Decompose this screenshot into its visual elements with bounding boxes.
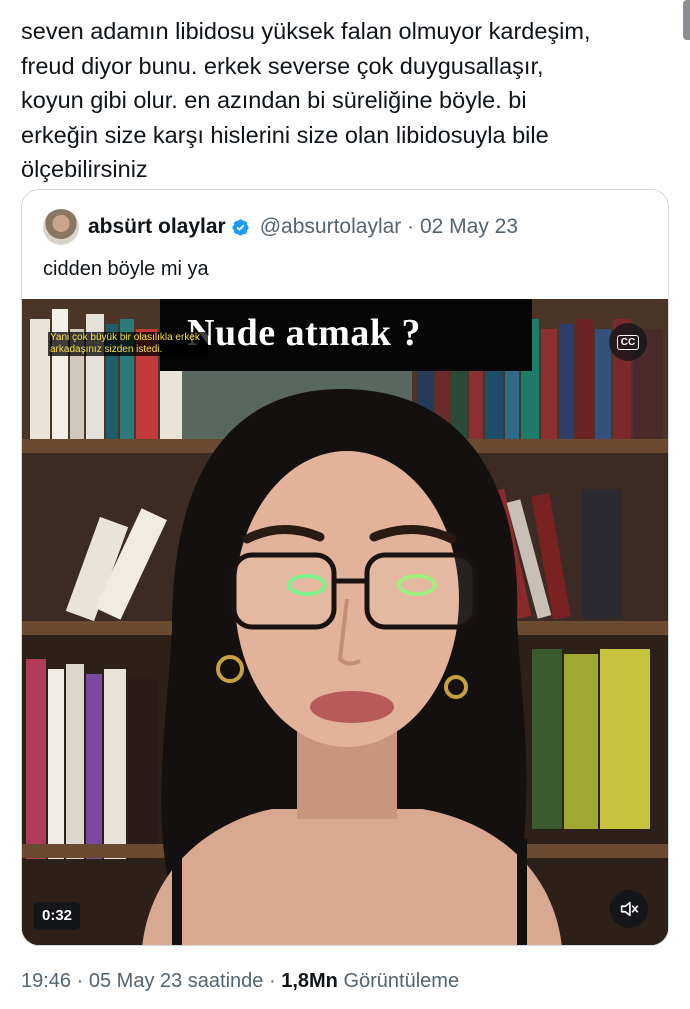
- tweet-date[interactable]: 05 May 23 saatinde: [89, 970, 264, 992]
- author-handle[interactable]: @absurtolaylar · 02 May 23: [260, 215, 518, 239]
- quoted-tweet-text: cidden böyle mi ya: [43, 258, 209, 280]
- unmute-button[interactable]: [610, 890, 648, 928]
- closed-captions-button[interactable]: CC: [609, 323, 647, 361]
- views-count: 1,8Mn: [281, 970, 338, 992]
- quoted-tweet-header: absürt olaylar @absurtolaylar · 02 May 2…: [43, 209, 518, 245]
- speaker-muted-icon: [620, 901, 639, 917]
- quote-date: 02 May 23: [419, 215, 519, 238]
- scrollbar-thumb[interactable]: [683, 0, 690, 40]
- author-name[interactable]: absürt olaylar: [88, 215, 226, 239]
- video-player[interactable]: Nude atmak ? Yani çok büyük bir olasılık…: [22, 299, 668, 945]
- views-label: Görüntüleme: [343, 970, 460, 992]
- avatar[interactable]: [43, 209, 79, 245]
- video-caption-title: Nude atmak ?: [187, 312, 422, 354]
- tweet-text: seven adamın libidosu yüksek falan olmuy…: [21, 18, 591, 182]
- tweet-time[interactable]: 19:46: [21, 970, 71, 992]
- video-duration: 0:32: [34, 902, 81, 930]
- tweet-metadata: 19:46 · 05 May 23 saatinde · 1,8Mn Görün…: [21, 970, 460, 992]
- quoted-tweet-card[interactable]: absürt olaylar @absurtolaylar · 02 May 2…: [21, 189, 669, 946]
- video-frame: [22, 299, 668, 945]
- closed-captions-icon: CC: [616, 334, 640, 350]
- video-caption-subtitle: Yani çok büyük bir olasılıkla erkek arka…: [48, 332, 208, 356]
- verified-badge-icon: [232, 218, 249, 236]
